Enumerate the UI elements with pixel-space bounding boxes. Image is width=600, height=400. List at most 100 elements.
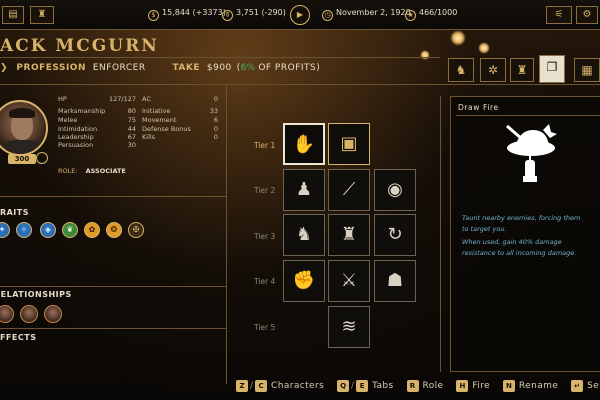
key-n[interactable]: N — [502, 380, 515, 392]
stat-value: 6 — [213, 116, 218, 124]
stat-label: Movement — [142, 116, 177, 124]
stat-value: 0 — [213, 95, 218, 103]
heat-stat: ★ 466/1000 — [405, 8, 457, 21]
stat-label: Marksmanship — [58, 107, 106, 115]
hat-hand-icon: ✋ — [292, 134, 316, 155]
perk-description: When used, gain 40% damage — [462, 238, 562, 246]
tab-character[interactable]: ♞ — [448, 58, 474, 82]
shooter-icon: ☗ — [386, 270, 404, 291]
relationship-portrait[interactable] — [20, 305, 38, 323]
tier-label: Tier 5 — [254, 323, 276, 332]
crouch-icon: ♞ — [295, 224, 313, 245]
swing-icon: ↻ — [387, 224, 403, 245]
stat-value: 67 — [127, 133, 136, 141]
avatar-hair — [9, 108, 35, 118]
stat-label: Persuasion — [58, 141, 94, 149]
avatar[interactable] — [0, 100, 48, 156]
tier-label: Tier 1 — [254, 141, 276, 150]
characters-hint: Characters — [271, 381, 325, 391]
perk-tier2-b[interactable]: ⟋ — [328, 169, 370, 211]
stat-label: Defense Bonus — [142, 125, 191, 133]
perk-tier4-a[interactable]: ✊ — [283, 260, 325, 302]
role-label: ROLE: — [58, 167, 78, 175]
date-stat: ◷ November 2, 1920 — [322, 8, 411, 21]
tab-perks[interactable]: ❐ — [539, 55, 565, 83]
take-label: TAKE — [172, 63, 200, 73]
fire-hint: Fire — [472, 381, 491, 391]
badge-icon — [36, 152, 48, 164]
key-c[interactable]: C — [255, 380, 268, 392]
profession-row: ❯ PROFESSION ENFORCER TAKE $900 (6% OF P… — [0, 63, 320, 73]
key-e[interactable]: E — [356, 380, 369, 392]
tab-equipment[interactable]: ♜ — [510, 58, 534, 82]
perk-title: Draw Fire — [458, 103, 499, 112]
role-row: ROLE: ASSOCIATE — [58, 167, 126, 175]
perk-tier5-a[interactable]: ≋ — [328, 306, 370, 348]
tommy-gun-icon[interactable]: ⚟ — [546, 6, 572, 24]
key-h[interactable]: H — [456, 380, 469, 392]
bottle-icon: ⚱ — [222, 10, 233, 21]
divider — [0, 84, 600, 85]
stat-value: 33 — [209, 107, 218, 115]
play-button[interactable]: ▶ — [290, 5, 310, 25]
stat-label: AC — [142, 95, 151, 103]
select-hint: Select — [587, 381, 600, 391]
perk-tier2-a[interactable]: ♟ — [283, 169, 325, 211]
tab-inventory[interactable]: ▦ — [574, 58, 600, 82]
trait-orange-icon[interactable]: ✿ — [84, 222, 100, 238]
tier-label: Tier 2 — [254, 186, 276, 195]
badge-icon: ▣ — [340, 133, 358, 154]
background-lamp — [450, 30, 466, 46]
brawl-icon: ✊ — [292, 270, 316, 291]
trait-orange-icon[interactable]: ❂ — [106, 222, 122, 238]
eye-icon: ◉ — [387, 179, 403, 200]
background-lamp — [420, 50, 430, 60]
relationship-portrait[interactable] — [44, 305, 62, 323]
perk-description: resistance to all incoming damage. — [462, 249, 577, 257]
perk-tier4-b[interactable]: ⚔ — [328, 260, 370, 302]
settings-icon[interactable]: ⚙ — [576, 6, 598, 24]
stat-value: 44 — [127, 125, 136, 133]
divider — [0, 57, 440, 58]
key-r[interactable]: R — [406, 380, 419, 392]
trait-gold-icon[interactable]: ✠ — [128, 222, 144, 238]
take-percent: 6% — [240, 63, 255, 73]
divider — [226, 84, 227, 384]
perk-tier3-b[interactable]: ♜ — [328, 214, 370, 256]
perk-tier3-a[interactable]: ♞ — [283, 214, 325, 256]
divider — [0, 286, 226, 287]
money-icon: $ — [148, 10, 159, 21]
trait-green-icon[interactable]: ❦ — [62, 222, 78, 238]
perk-tier1-b[interactable]: ▣ — [328, 123, 370, 165]
stat-label: HP — [58, 95, 67, 103]
background-lamp — [478, 42, 490, 54]
effects-heading: EFFECTS — [0, 333, 37, 342]
controls-bar: Z / C Characters Q / E Tabs R Role H Fire N Renam… — [236, 380, 600, 392]
traits-heading: TRAITS — [0, 208, 30, 217]
level-badge: 300 — [8, 154, 36, 164]
stat-value: 0 — [213, 133, 218, 141]
stat-value: 0 — [213, 125, 218, 133]
perk-draw-fire[interactable]: ✋ — [283, 123, 325, 165]
perk-tier3-c[interactable]: ↻ — [374, 214, 416, 256]
key-q[interactable]: Q — [337, 380, 350, 392]
trait-blue-icon[interactable]: ✧ — [16, 222, 32, 238]
trait-blue-icon[interactable]: ◈ — [40, 222, 56, 238]
divider — [440, 96, 441, 372]
key-enter[interactable]: ↵ — [571, 380, 584, 392]
tab-skills[interactable]: ✲ — [480, 58, 506, 82]
stat-label: Kills — [142, 133, 156, 141]
perk-tier2-c[interactable]: ◉ — [374, 169, 416, 211]
perk-description: to target you. — [462, 225, 507, 233]
perk-tier4-c[interactable]: ☗ — [374, 260, 416, 302]
menu-button[interactable]: ▤ — [2, 6, 24, 24]
stat-value: 75 — [127, 116, 136, 124]
take-suffix: OF PROFITS) — [254, 63, 321, 73]
goods-stat: ⚱ 3,751 (-290) — [222, 8, 286, 21]
stat-value: 80 — [127, 107, 136, 115]
tier-label: Tier 3 — [254, 232, 276, 241]
divider — [0, 196, 226, 197]
hat-icon[interactable]: ♜ — [30, 6, 54, 24]
key-z[interactable]: Z — [236, 380, 248, 392]
money-stat: $15,844 (+3373) — [148, 8, 226, 21]
